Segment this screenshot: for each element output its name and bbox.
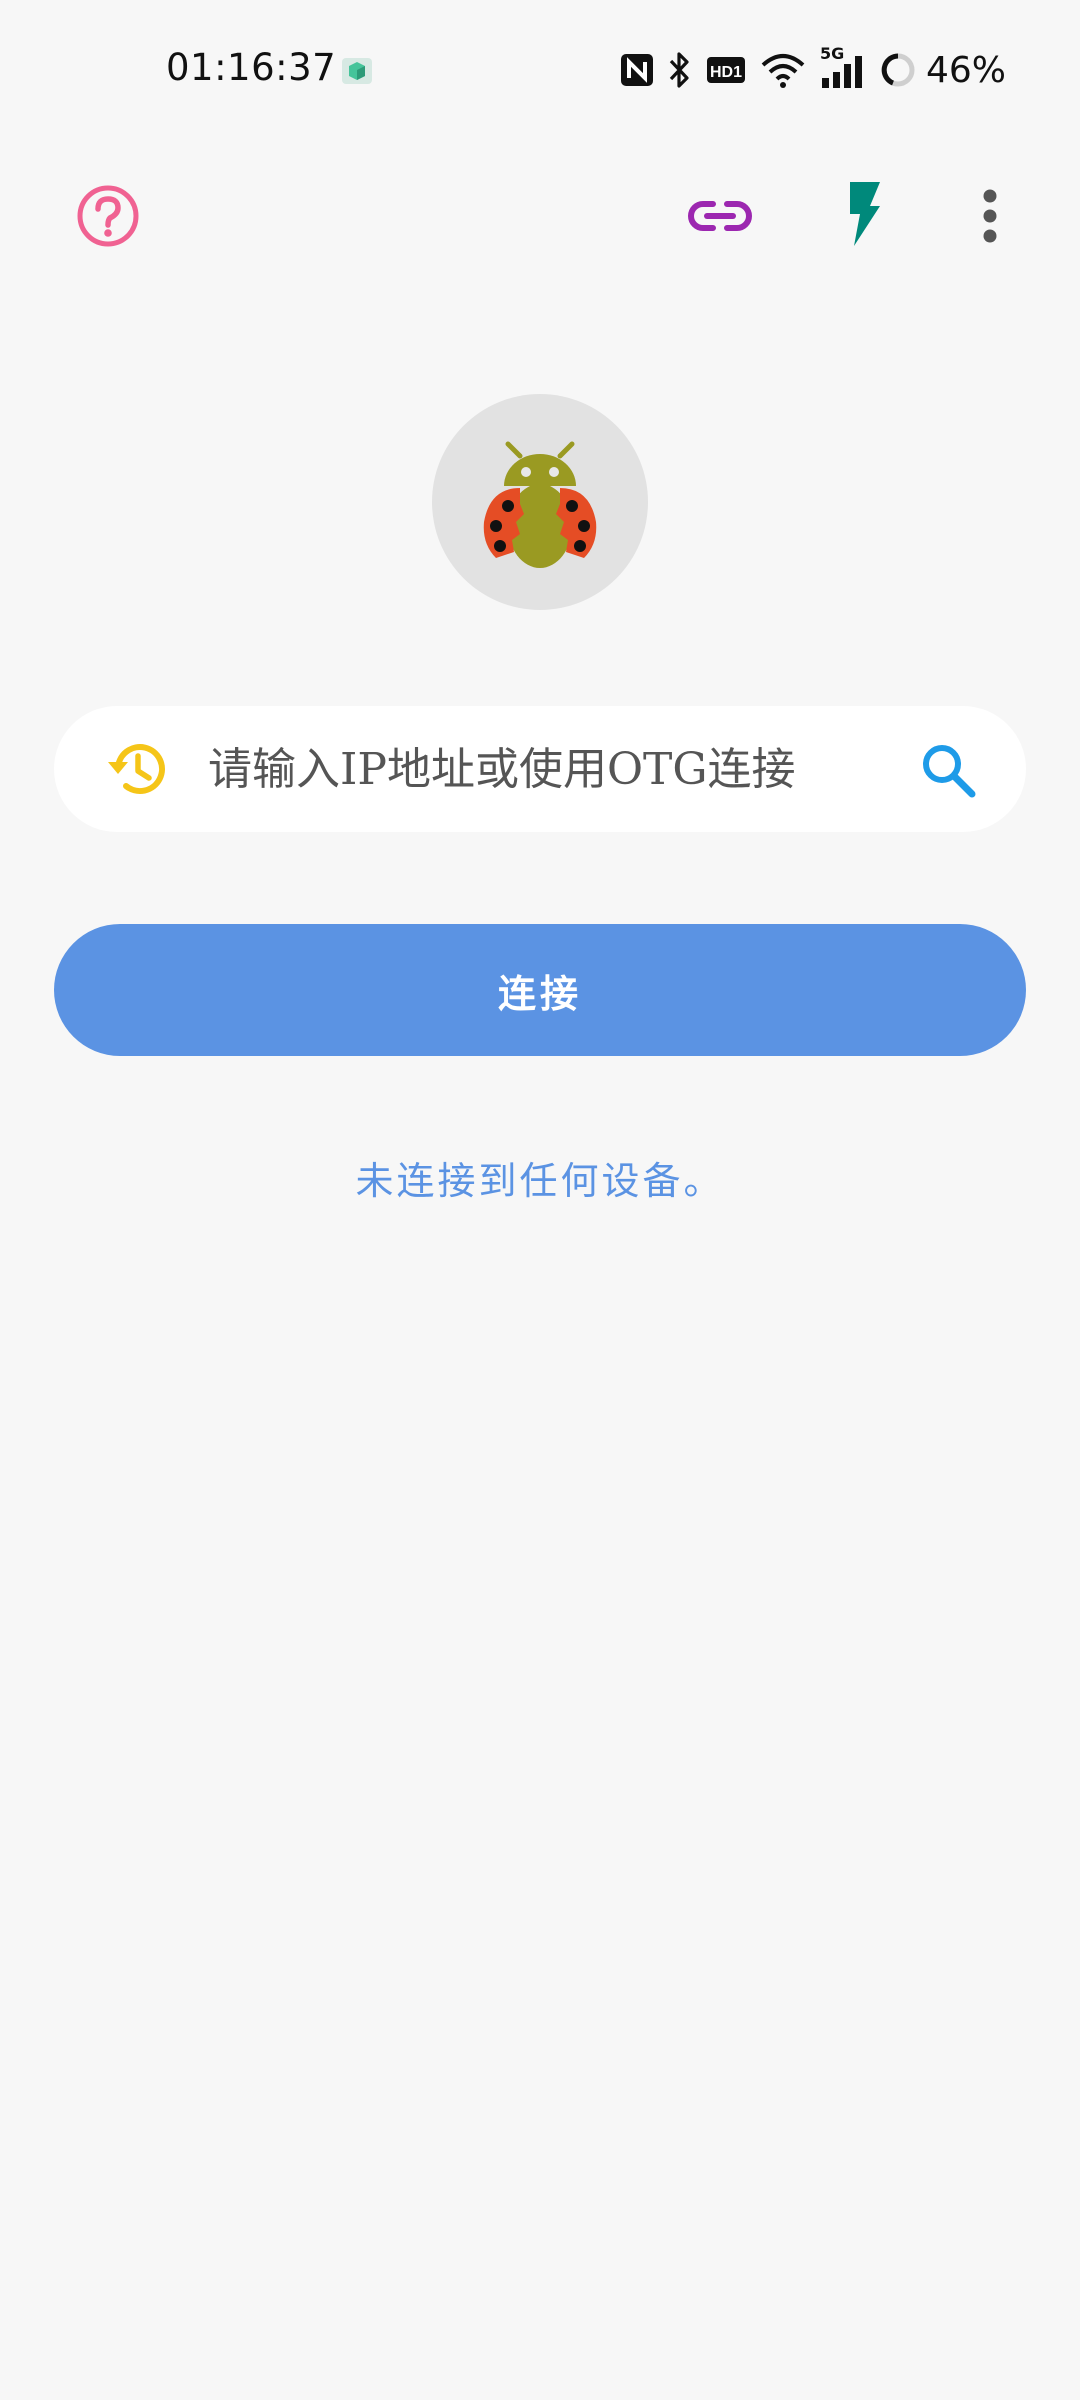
wifi-icon: [760, 48, 806, 92]
status-bar: 01:16:37 HD1 5G 46%: [0, 0, 1080, 130]
ip-search-box: [54, 706, 1026, 832]
connection-status-text: 未连接到任何设备。: [355, 1159, 725, 1203]
screen: 01:16:37 HD1 5G 46% 请输入IP地址或使用OTG连接 连接 未…: [0, 0, 1080, 2400]
help-button[interactable]: [72, 180, 144, 252]
bluetooth-icon: [668, 48, 692, 92]
flash-icon: [850, 182, 880, 246]
network-type-label: 5G: [819, 44, 845, 63]
ladybug-android-icon: [483, 441, 597, 568]
help-circle-icon: [77, 185, 139, 247]
connect-button[interactable]: 连接: [54, 924, 1026, 1056]
ip-address-input[interactable]: [204, 730, 944, 808]
history-icon: [108, 744, 165, 795]
app-logo: [432, 394, 648, 610]
more-vert-icon: [983, 189, 997, 243]
link-button[interactable]: [684, 184, 756, 248]
search-button[interactable]: [918, 740, 978, 800]
battery-icon: [880, 48, 916, 92]
flash-button[interactable]: [840, 180, 888, 248]
app-notification-icon: [340, 56, 374, 86]
svg-text:HD1: HD1: [710, 64, 742, 81]
status-icons: HD1 5G 46%: [620, 44, 1006, 92]
more-options-button[interactable]: [968, 180, 1012, 252]
link-icon: [688, 201, 752, 231]
nfc-icon: [620, 48, 654, 92]
battery-percent: 46%: [925, 49, 1006, 91]
history-button[interactable]: [104, 736, 170, 802]
search-icon: [923, 745, 976, 798]
hd-icon: HD1: [706, 48, 746, 92]
status-time: 01:16:37: [166, 46, 337, 89]
cellular-signal-icon: 5G: [820, 44, 866, 92]
